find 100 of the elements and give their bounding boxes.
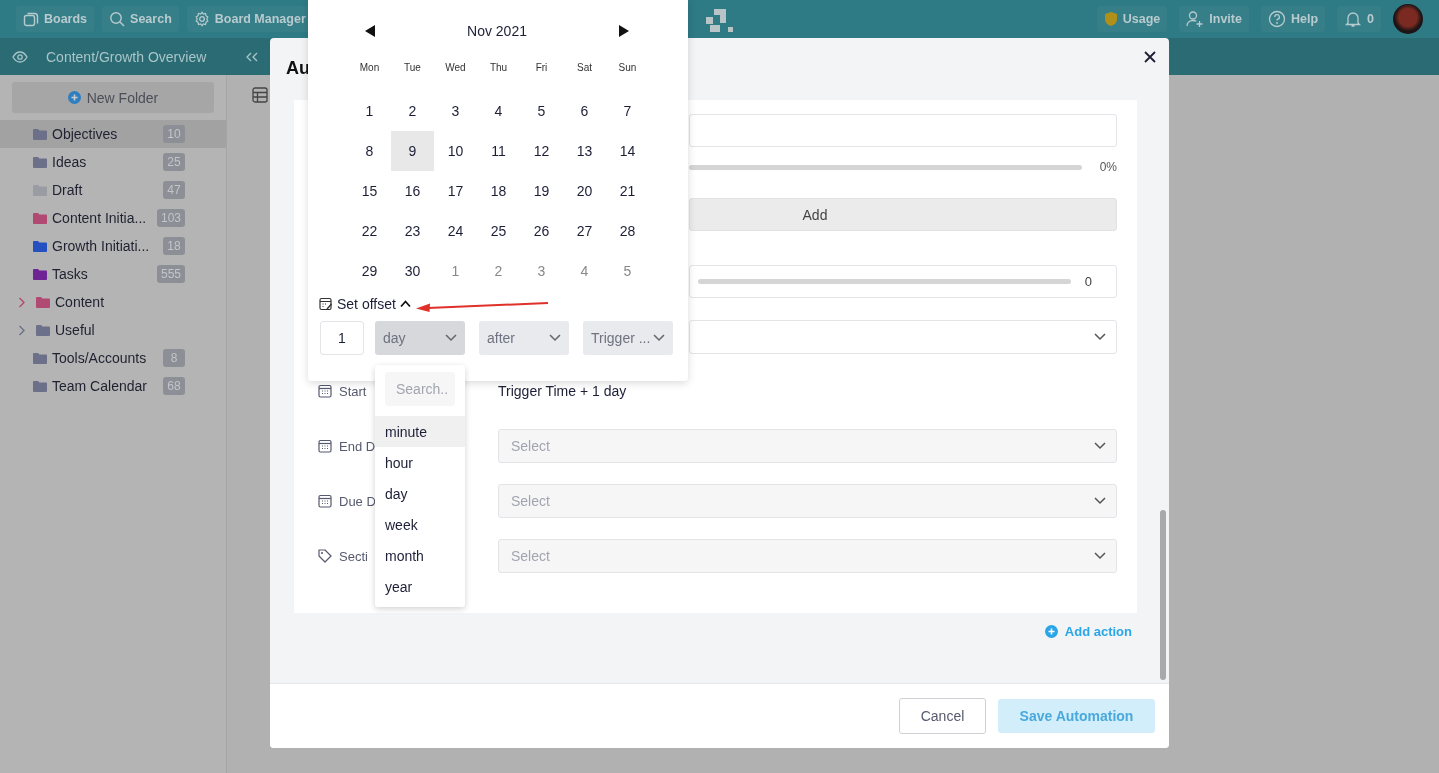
slider-field[interactable]: 0 [689,265,1117,298]
folder-name: Tasks [52,266,88,282]
collapse-icon[interactable] [246,51,259,62]
dropdown-option[interactable]: year [375,571,465,602]
calendar-day[interactable]: 2 [477,251,520,291]
calendar-day[interactable]: 5 [520,91,563,131]
chevron-down-icon [549,334,561,342]
calendar-icon [318,439,332,453]
select-field[interactable] [689,320,1117,354]
calendar-day[interactable]: 9 [391,131,434,171]
calendar-day[interactable]: 2 [391,91,434,131]
calendar-day[interactable]: 4 [477,91,520,131]
weekday-label: Mon [358,62,381,75]
chevron-down-icon [653,334,665,342]
folder-item[interactable]: Content [0,288,226,316]
calendar-day[interactable]: 20 [563,171,606,211]
calendar-day[interactable]: 11 [477,131,520,171]
dropdown-option[interactable]: hour [375,447,465,478]
calendar-edit-icon [319,297,333,311]
calendar-day[interactable]: 7 [606,91,649,131]
calendar-day[interactable]: 5 [606,251,649,291]
calendar-icon [318,494,332,508]
calendar-day[interactable]: 12 [520,131,563,171]
calendar-day[interactable]: 1 [434,251,477,291]
offset-select[interactable]: day [375,321,465,355]
calendar-day[interactable]: 18 [477,171,520,211]
calendar-day[interactable]: 27 [563,211,606,251]
calendar-day[interactable]: 25 [477,211,520,251]
calendar-day[interactable]: 1 [348,91,391,131]
help-icon [1267,10,1286,28]
calendar-day[interactable]: 8 [348,131,391,171]
calendar-day[interactable]: 13 [563,131,606,171]
chevron-down-icon [1094,333,1106,341]
plus-icon [1044,625,1058,638]
folder-name: Useful [55,322,95,338]
cancel-button[interactable]: Cancel [899,698,986,734]
new-folder-button[interactable]: New Folder [12,82,214,113]
weekday-label: Fri [534,62,549,75]
offset-select[interactable]: after [479,321,569,355]
folder-name: Draft [52,182,83,198]
offset-amount-field[interactable]: 1 [320,321,364,355]
tag-icon [318,549,332,563]
chevron-down-icon [1094,552,1106,560]
set-offset-toggle[interactable]: Set offset [337,296,396,312]
search-icon [109,11,126,27]
calendar-day[interactable]: 4 [563,251,606,291]
calendar-day[interactable]: 23 [391,211,434,251]
folder-name: Growth Initiati... [52,238,150,254]
chevron-down-icon [1094,497,1106,505]
add-button[interactable]: Add [689,198,1117,231]
dropdown-option[interactable]: week [375,509,465,540]
settings-icon [193,11,210,27]
scrollbar[interactable] [1160,510,1166,680]
eye-icon[interactable] [12,50,28,63]
folder-name: Objectives [52,126,118,142]
calendar-day[interactable]: 14 [606,131,649,171]
dropdown-option[interactable]: minute [375,416,465,447]
board-title: Content/Growth Overview [46,48,207,65]
calendar-day[interactable]: 22 [348,211,391,251]
weekday-label: Tue [403,62,422,75]
dropdown-option[interactable]: month [375,540,465,571]
calendar-day[interactable]: 28 [606,211,649,251]
calendar-day[interactable]: 29 [348,251,391,291]
table-icon[interactable] [252,87,268,103]
text-field[interactable] [689,114,1117,147]
weekday-label: Thu [488,62,509,75]
chevron-icon[interactable] [399,300,411,308]
bell-icon [1344,10,1363,28]
calendar-day[interactable]: 30 [391,251,434,291]
weekday-label: Sat [576,62,593,75]
calendar-day[interactable]: 19 [520,171,563,211]
weekday-label: Sun [617,62,638,75]
field-label: Due D [339,493,376,509]
field-label: Start [339,383,367,399]
calendar-day[interactable]: 16 [391,171,434,211]
calendar-day[interactable]: 3 [434,91,477,131]
field-value: Trigger Time + 1 day [498,383,627,399]
dropdown-option[interactable]: day [375,478,465,509]
calendar-day[interactable]: 15 [348,171,391,211]
chevron-down-icon [1094,442,1106,450]
folder-item[interactable]: Useful [0,316,226,344]
folder-name: Team Calendar [52,378,147,394]
chevron-down-icon [445,334,457,342]
calendar-day[interactable]: 3 [520,251,563,291]
progress-value: 0% [1099,160,1117,174]
calendar-day[interactable]: 10 [434,131,477,171]
calendar-day[interactable]: 24 [434,211,477,251]
calendar-day[interactable]: 17 [434,171,477,211]
boards-icon [23,11,39,27]
folder-name: Tools/Accounts [52,350,147,366]
offset-select[interactable]: Trigger ... [583,321,673,355]
avatar[interactable] [1393,4,1423,34]
calendar-day[interactable]: 21 [606,171,649,211]
triangle-right-icon [619,25,629,37]
folder-name: Ideas [52,154,87,170]
folder-name: Content [55,294,105,310]
calendar-day[interactable]: 6 [563,91,606,131]
close-icon[interactable] [1144,51,1156,63]
month-title: Nov 2021 [466,23,528,39]
calendar-day[interactable]: 26 [520,211,563,251]
